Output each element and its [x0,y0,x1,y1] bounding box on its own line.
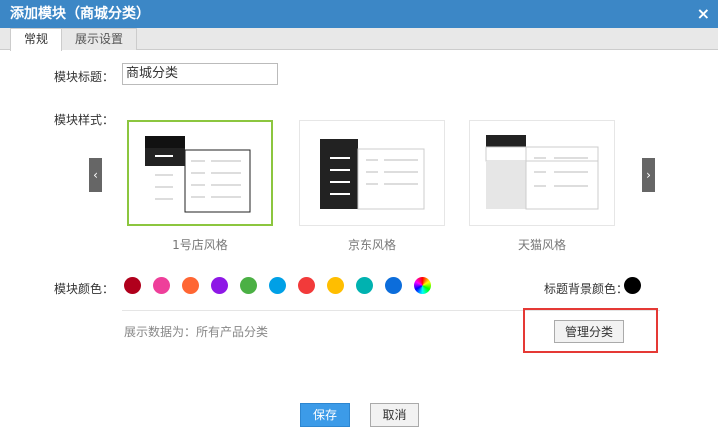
color-swatch[interactable] [182,277,199,294]
prev-arrow-icon[interactable]: ‹ [89,158,102,192]
style-card-tmall[interactable] [469,120,615,226]
style-name-tmall: 天猫风格 [517,238,566,252]
save-button[interactable]: 保存 [300,403,350,427]
color-swatch[interactable] [269,277,286,294]
style-label: 模块样式： [54,113,115,127]
color-label: 模块颜色： [54,282,115,296]
color-swatch[interactable] [356,277,373,294]
title-input[interactable]: 商城分类 [122,63,278,85]
color-swatch[interactable] [298,277,315,294]
custom-color-picker-swatch[interactable] [414,277,431,294]
tab-display-settings[interactable]: 展示设置 [61,28,137,50]
color-swatch[interactable] [385,277,402,294]
title-bg-color-label: 标题背景颜色： [544,282,629,296]
style-name-jd: 京东风格 [347,238,396,252]
style-card-yhd[interactable] [127,120,273,226]
tab-bar: 常规 展示设置 [0,28,718,51]
title-label: 模块标题： [54,70,115,84]
style-name-yhd: 1号店风格 [172,238,228,252]
color-swatch[interactable] [153,277,170,294]
close-icon[interactable]: × [697,0,710,28]
color-swatch[interactable] [211,277,228,294]
cancel-button[interactable]: 取消 [370,403,419,427]
color-swatch[interactable] [327,277,344,294]
next-arrow-icon[interactable]: › [642,158,655,192]
tab-general[interactable]: 常规 [10,28,62,51]
style-jd-thumbnail-icon [320,139,425,210]
style-tmall-thumbnail-icon [485,135,599,210]
style-yhd-thumbnail-icon [145,136,251,213]
dialog-title: 添加模块（商城分类） [10,6,150,22]
color-swatch[interactable] [240,277,257,294]
color-swatch[interactable] [124,277,141,294]
data-source-text: 展示数据为：所有产品分类 [124,325,269,339]
manage-category-button[interactable]: 管理分类 [554,320,624,343]
title-bg-color-swatch[interactable] [624,277,641,294]
dialog-title-bar: 添加模块（商城分类） × [0,0,718,28]
style-card-jd[interactable] [299,120,445,226]
